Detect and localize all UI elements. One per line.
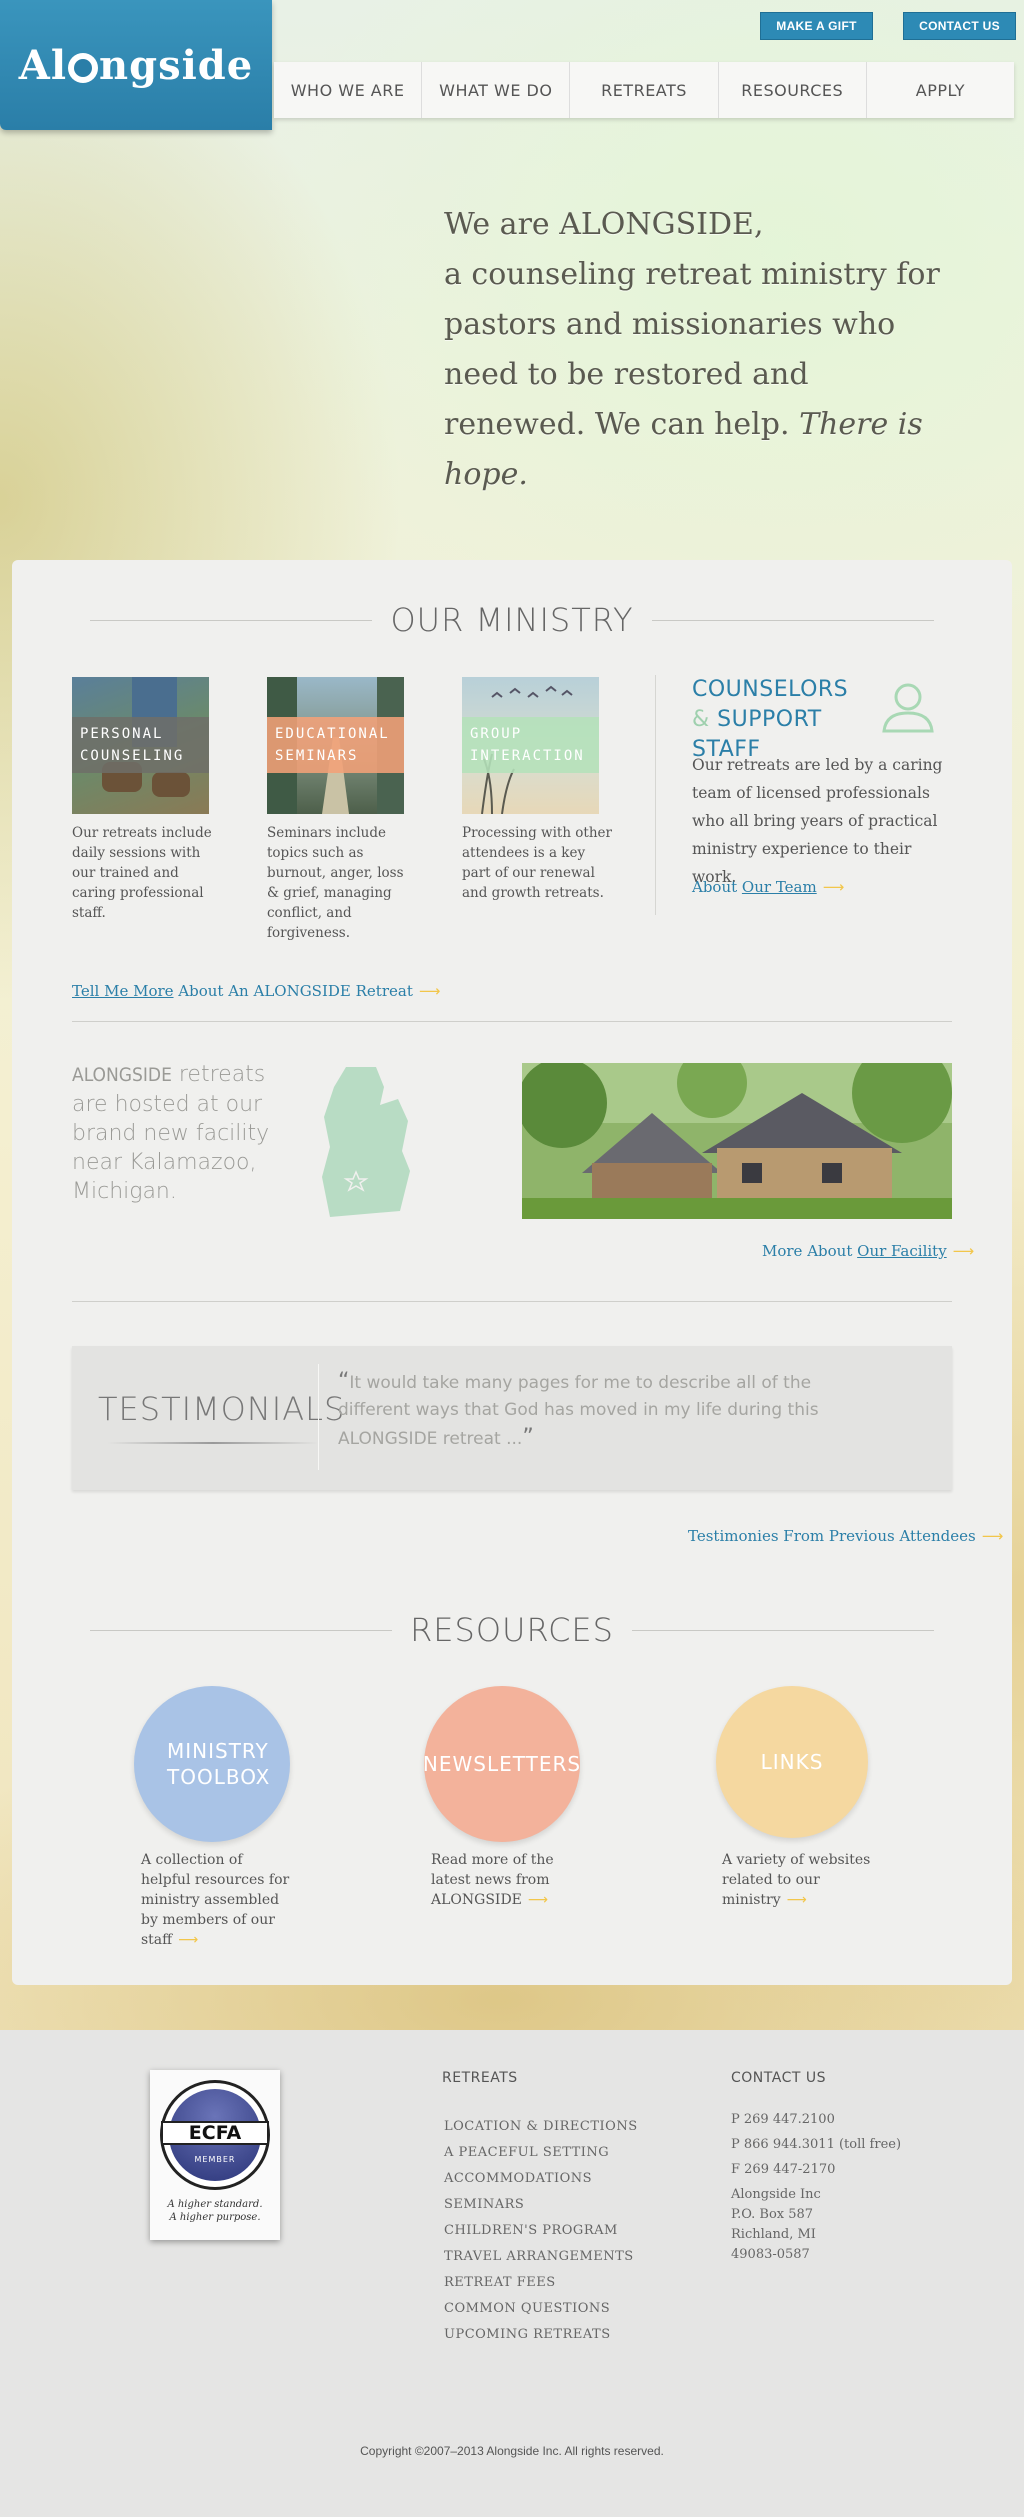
- footer-link-location[interactable]: LOCATION & DIRECTIONS: [444, 2114, 638, 2140]
- logo-text: Al ngside: [18, 41, 254, 89]
- nav-retreats[interactable]: RETREATS: [570, 62, 719, 118]
- footer-contact-heading: CONTACT US: [731, 2070, 826, 2086]
- counselors-block: COUNSELORS & SUPPORT STAFF Our retreats …: [655, 675, 955, 915]
- contact-fax: F 269 447-2170: [731, 2162, 836, 2177]
- arrow-right-icon: ⟶: [178, 1932, 199, 1948]
- globe-icon: [68, 52, 99, 83]
- make-gift-button[interactable]: MAKE A GIFT: [760, 12, 873, 40]
- nav-resources[interactable]: RESOURCES: [719, 62, 867, 118]
- title-flourish: [108, 1442, 318, 1444]
- ecfa-seal: ECFA MEMBER: [160, 2080, 270, 2190]
- logo[interactable]: Al ngside: [0, 0, 272, 130]
- footer-link-setting[interactable]: A PEACEFUL SETTING: [444, 2140, 638, 2166]
- footer-link-children[interactable]: CHILDREN'S PROGRAM: [444, 2218, 638, 2244]
- testimonial-box: TESTIMONIALS “It would take many pages f…: [72, 1346, 952, 1490]
- footer-retreats-heading: RETREATS: [442, 2070, 518, 2086]
- nav-apply[interactable]: APPLY: [867, 62, 1014, 118]
- ecfa-tagline: A higher standard. A higher purpose.: [167, 2199, 263, 2223]
- newsletters-desc: Read more of the latest news from ALONGS…: [431, 1852, 554, 1908]
- tile-label: PERSONAL COUNSELING: [72, 717, 209, 773]
- contact-address: Richland, MI: [731, 2227, 816, 2242]
- hero-line1: We are ALONGSIDE,: [444, 207, 764, 242]
- footer-link-questions[interactable]: COMMON QUESTIONS: [444, 2296, 638, 2322]
- ministry-title: OUR MINISTRY: [72, 600, 952, 640]
- copyright: Copyright ©2007–2013 Alongside Inc. All …: [360, 2444, 664, 2458]
- tile-desc-group: Processing with other attendees is a key…: [462, 825, 612, 901]
- arrow-right-icon: ⟶: [527, 1892, 548, 1908]
- tile-label: GROUP INTERACTION: [462, 717, 599, 773]
- footer-link-seminars[interactable]: SEMINARS: [444, 2192, 638, 2218]
- tile-educational-seminars[interactable]: EDUCATIONAL SEMINARS: [267, 677, 404, 814]
- arrow-right-icon: ⟶: [981, 1527, 1004, 1545]
- footer-retreats-list: LOCATION & DIRECTIONS A PEACEFUL SETTING…: [444, 2114, 638, 2348]
- facility-link[interactable]: More About Our Facility ⟶: [762, 1242, 974, 1260]
- tile-group-interaction[interactable]: GROUP INTERACTION: [462, 677, 599, 814]
- toolbox-desc: A collection of helpful resources for mi…: [141, 1852, 290, 1948]
- arrow-right-icon: ⟶: [786, 1892, 807, 1908]
- links-button[interactable]: LINKS: [716, 1686, 868, 1838]
- footer-contact-info: P 269 447.2100 P 866 944.3011 (toll free…: [731, 2110, 931, 2265]
- contact-address: Alongside Inc: [731, 2187, 821, 2202]
- contact-tollfree: P 866 944.3011 (toll free): [731, 2137, 902, 2152]
- arrow-right-icon: ⟶: [418, 982, 441, 1000]
- testimonial-quote: “It would take many pages for me to desc…: [338, 1369, 819, 1450]
- tile-label: EDUCATIONAL SEMINARS: [267, 717, 404, 773]
- newsletters-button[interactable]: NEWSLETTERS: [423, 1686, 580, 1842]
- contact-us-button[interactable]: CONTACT US: [903, 12, 1016, 40]
- footer-link-fees[interactable]: RETREAT FEES: [444, 2270, 638, 2296]
- footer-link-accommodations[interactable]: ACCOMMODATIONS: [444, 2166, 638, 2192]
- quote-divider: [318, 1364, 319, 1470]
- facility-photo: [522, 1063, 952, 1219]
- ministry-toolbox-button[interactable]: MINISTRY TOOLBOX: [134, 1686, 290, 1842]
- tile-desc-seminars: Seminars include topics such as burnout,…: [267, 825, 404, 941]
- nav-what-we-do[interactable]: WHAT WE DO: [422, 62, 571, 118]
- links-desc: A variety of websites related to our min…: [722, 1852, 871, 1908]
- testimonies-link[interactable]: Testimonies From Previous Attendees ⟶: [688, 1527, 1003, 1545]
- tile-desc-personal: Our retreats include daily sessions with…: [72, 825, 212, 921]
- counselors-desc: Our retreats are led by a caring team of…: [692, 756, 943, 886]
- person-icon: [882, 683, 934, 733]
- main-nav: WHO WE ARE WHAT WE DO RETREATS RESOURCES…: [274, 62, 1014, 118]
- footer-link-travel[interactable]: TRAVEL ARRANGEMENTS: [444, 2244, 638, 2270]
- contact-address: P.O. Box 587: [731, 2207, 814, 2222]
- tile-personal-counseling[interactable]: PERSONAL COUNSELING: [72, 677, 209, 814]
- nav-who-we-are[interactable]: WHO WE ARE: [274, 62, 423, 118]
- resources-title: RESOURCES: [72, 1610, 952, 1650]
- hero-statement: We are ALONGSIDE, a counseling retreat m…: [444, 200, 944, 500]
- divider: [72, 1301, 952, 1302]
- facility-text: ALONGSIDE retreats are hosted at our bra…: [72, 1062, 270, 1204]
- footer-link-upcoming[interactable]: UPCOMING RETREATS: [444, 2322, 638, 2348]
- about-team-link[interactable]: About Our Team ⟶: [692, 878, 844, 896]
- divider: [72, 1021, 952, 1022]
- arrow-right-icon: ⟶: [822, 878, 845, 896]
- contact-phone: P 269 447.2100: [731, 2112, 835, 2127]
- ecfa-badge[interactable]: ECFA MEMBER A higher standard. A higher p…: [150, 2070, 280, 2240]
- michigan-map-icon: [322, 1067, 410, 1217]
- testimonials-title: TESTIMONIALS: [98, 1390, 346, 1428]
- arrow-right-icon: ⟶: [952, 1242, 975, 1260]
- tell-more-link[interactable]: Tell Me More About An ALONGSIDE Retreat ⟶: [72, 982, 440, 1000]
- contact-address: 49083-0587: [731, 2247, 810, 2262]
